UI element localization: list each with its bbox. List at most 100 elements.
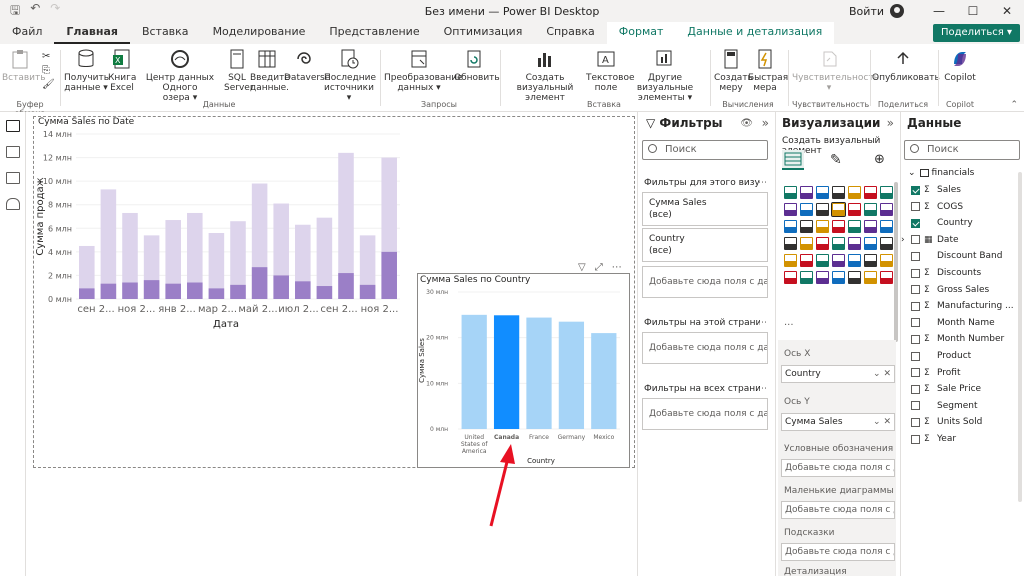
donut-icon[interactable] [816, 220, 829, 233]
line-clustered-icon[interactable] [831, 202, 846, 217]
visual-filters-drop-zone[interactable]: Добавьте сюда поля с дан... [642, 266, 768, 298]
viz-scrollbar[interactable] [894, 182, 898, 342]
transform-data-button[interactable]: Преобразование данных ▾ [384, 48, 463, 93]
chevron-remove-icon[interactable]: ⌄ ✕ [873, 414, 891, 430]
excel-button[interactable]: X Книга Excel [108, 48, 136, 93]
dataverse-button[interactable]: Dataverse [284, 48, 330, 83]
tab-help[interactable]: Справка [534, 22, 606, 44]
paginated-icon[interactable] [784, 271, 797, 284]
table-view-icon[interactable] [6, 146, 20, 158]
field-item[interactable]: Σ Discounts [911, 265, 981, 281]
undo-icon[interactable]: ↶ [30, 1, 40, 22]
cut-icon[interactable]: ✂ [42, 50, 55, 64]
map-icon[interactable] [848, 220, 861, 233]
qa-icon[interactable] [864, 254, 877, 267]
field-checkbox[interactable] [911, 185, 920, 195]
slicer-icon[interactable] [864, 237, 877, 250]
funnel-icon[interactable] [880, 203, 893, 216]
visual-type-icon[interactable] [880, 271, 893, 284]
tab-optimize[interactable]: Оптимизация [432, 22, 535, 44]
filter-card-country[interactable]: Country (все) [642, 228, 768, 262]
field-item[interactable]: Country [911, 215, 973, 231]
more-options-icon[interactable]: ⋯ [758, 178, 767, 188]
country-chart-plot[interactable]: 0 млн10 млн20 млн30 млнUnitedStates ofAm… [418, 286, 628, 466]
small-multiples-well[interactable]: Добавьте сюда поля с дан... [781, 501, 895, 519]
field-checkbox[interactable] [911, 334, 920, 344]
field-checkbox[interactable] [911, 301, 920, 311]
stacked-area-icon[interactable] [800, 203, 813, 216]
data-scrollbar[interactable] [1018, 172, 1022, 502]
refresh-button[interactable]: Обновить [454, 48, 500, 83]
collapse-viz-icon[interactable]: » [887, 116, 894, 130]
model-view-icon[interactable] [6, 172, 20, 184]
power-apps-icon[interactable] [800, 271, 813, 284]
format-brush-icon[interactable]: ✎ [830, 152, 842, 168]
table-financials[interactable]: ⌄ financials [908, 165, 974, 181]
more-options-icon[interactable]: ⋯ [758, 384, 767, 394]
clustered-column-icon[interactable] [832, 186, 845, 199]
azure-map-icon[interactable] [784, 237, 797, 250]
tab-format[interactable]: Формат [606, 22, 676, 44]
close-icon[interactable]: ✕ [990, 4, 1024, 18]
filter-icon[interactable]: ▽ [578, 262, 586, 273]
chevron-remove-icon[interactable]: ⌄ ✕ [873, 366, 891, 382]
legend-well[interactable]: Добавьте сюда поля с дан... [781, 459, 895, 477]
more-options-icon[interactable]: ⋯ [758, 318, 767, 328]
card-icon[interactable] [816, 237, 829, 250]
focus-mode-icon[interactable]: ⤢ [595, 262, 603, 273]
date-chart-plot[interactable]: 0 млн 2 млн 4 млн 6 млн 8 млн 10 млн 12 млн 14 … [34, 128, 406, 334]
publish-button[interactable]: Опубликовать [872, 48, 940, 83]
narrative-icon[interactable] [880, 254, 893, 267]
get-data-button[interactable]: Получить данные ▾ [64, 48, 109, 93]
more-visuals-icon[interactable]: ··· [784, 320, 794, 331]
new-visual-button[interactable]: Создать визуальный элемент [504, 48, 586, 103]
shape-map-icon[interactable] [880, 220, 893, 233]
filter-card-sales[interactable]: Сумма Sales (все) [642, 192, 768, 226]
more-options-icon[interactable]: ⋯ [612, 262, 622, 273]
filled-map-icon[interactable] [864, 220, 877, 233]
metrics-icon[interactable] [832, 271, 845, 284]
field-checkbox[interactable] [911, 384, 920, 394]
100-column-icon[interactable] [864, 186, 877, 199]
table-icon[interactable] [880, 237, 893, 250]
field-item[interactable]: Σ Year [911, 431, 956, 447]
area-icon[interactable] [784, 203, 797, 216]
r-visual-icon[interactable] [800, 254, 813, 267]
field-checkbox[interactable] [911, 251, 920, 261]
copy-icon[interactable]: ⎘ [42, 64, 55, 78]
field-item[interactable]: Σ Sales [911, 182, 961, 198]
scatter-icon[interactable] [784, 220, 797, 233]
ribbon-icon[interactable] [848, 203, 861, 216]
stacked-column-icon[interactable] [800, 186, 813, 199]
sql-button[interactable]: SQL Server [224, 48, 254, 93]
enter-data-button[interactable]: Введите данные. [250, 48, 290, 93]
y-axis-well[interactable]: Сумма Sales ⌄ ✕ [781, 413, 895, 431]
field-item[interactable]: Σ Profit [911, 365, 960, 381]
tab-file[interactable]: Файл [0, 22, 54, 44]
sign-in-link[interactable]: Войти [849, 5, 884, 18]
field-checkbox[interactable] [911, 434, 920, 444]
recent-sources-button[interactable]: Последние источники ▾ [324, 48, 376, 103]
key-influencers-icon[interactable] [832, 254, 845, 267]
arcgis-icon[interactable] [848, 271, 861, 284]
build-visual-tab[interactable] [782, 150, 804, 170]
line-column-icon[interactable] [816, 203, 829, 216]
eye-icon[interactable]: 👁 [740, 118, 753, 129]
pie-icon[interactable] [800, 220, 813, 233]
field-checkbox[interactable] [911, 218, 920, 228]
tab-data-drill[interactable]: Данные и детализация [675, 22, 835, 44]
onelake-button[interactable]: Центр данных Одного озера ▾ [136, 48, 224, 103]
field-item[interactable]: Product [911, 348, 971, 364]
field-item[interactable]: › ▦ Date [901, 232, 959, 248]
data-search-input[interactable]: Поиск [904, 140, 1020, 160]
quick-measure-button[interactable]: Быстрая мера [748, 48, 788, 93]
chevron-right-icon[interactable]: › [901, 232, 905, 248]
visual-type-icon[interactable] [864, 271, 877, 284]
field-checkbox[interactable] [911, 318, 920, 328]
field-item[interactable]: Σ Sale Price [911, 381, 981, 397]
field-item[interactable]: Σ Gross Sales [911, 282, 989, 298]
tab-home[interactable]: Главная [54, 22, 130, 44]
format-painter-icon[interactable]: 🖌 [42, 78, 55, 92]
tab-modeling[interactable]: Моделирование [201, 22, 318, 44]
waterfall-icon[interactable] [864, 203, 877, 216]
